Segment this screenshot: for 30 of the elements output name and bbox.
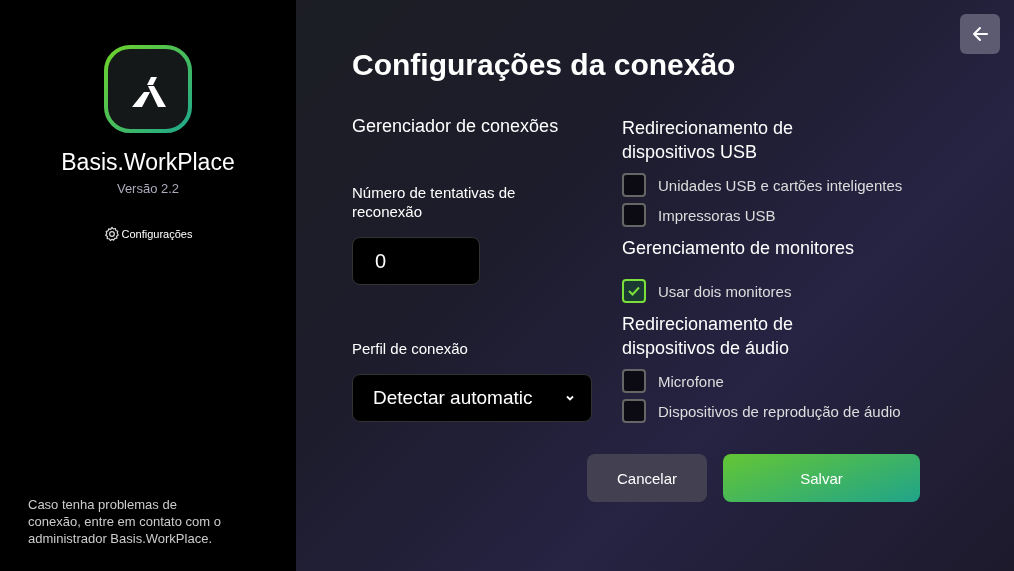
section-heading: Redirecionamento de dispositivos USB (622, 117, 795, 164)
app-logo-icon (104, 45, 192, 133)
settings-icon (103, 226, 120, 242)
arrow-left-icon (970, 24, 990, 44)
checkbox[interactable] (622, 279, 646, 303)
field-label: Número de tentativas de reconexão (352, 183, 517, 221)
section-heading: Gerenciamento de monitores (622, 237, 856, 260)
section-heading: Redirecionamento de dispositivos de áudio (622, 313, 795, 360)
help-text: Caso tenha problemas de conexão, entre em contato com o administrador Basis.WorkPlace. (28, 496, 222, 547)
chevron-down-icon (565, 394, 575, 402)
checkbox-label: Usar dois monitores (658, 282, 792, 300)
checkbox-label: Unidades USB e cartões inteligentes (658, 176, 903, 194)
checkbox[interactable] (622, 173, 646, 197)
section-heading: Gerenciador de conexões (352, 116, 559, 137)
checkbox-label: Dispositivos de reprodução de áudio (658, 402, 901, 420)
checkbox[interactable] (622, 203, 646, 227)
checkbox[interactable] (622, 399, 646, 423)
back-button[interactable] (960, 14, 1000, 54)
checkbox-label: Microfone (658, 372, 724, 390)
page-title: Configurações da conexão (352, 48, 737, 82)
checkbox-label: Impressoras USB (658, 206, 776, 224)
cancel-button[interactable]: Cancelar (587, 454, 707, 502)
app-name: Basis.WorkPlace (61, 149, 235, 176)
settings-link[interactable]: Configurações (103, 226, 193, 242)
profile-dropdown[interactable]: Detectar automatic (352, 374, 592, 422)
checkbox[interactable] (622, 369, 646, 393)
field-label: Perfil de conexão (352, 339, 469, 358)
retries-input[interactable]: 0 (352, 237, 480, 285)
check-icon (627, 285, 641, 297)
version-text: Versão 2.2 (116, 181, 180, 196)
